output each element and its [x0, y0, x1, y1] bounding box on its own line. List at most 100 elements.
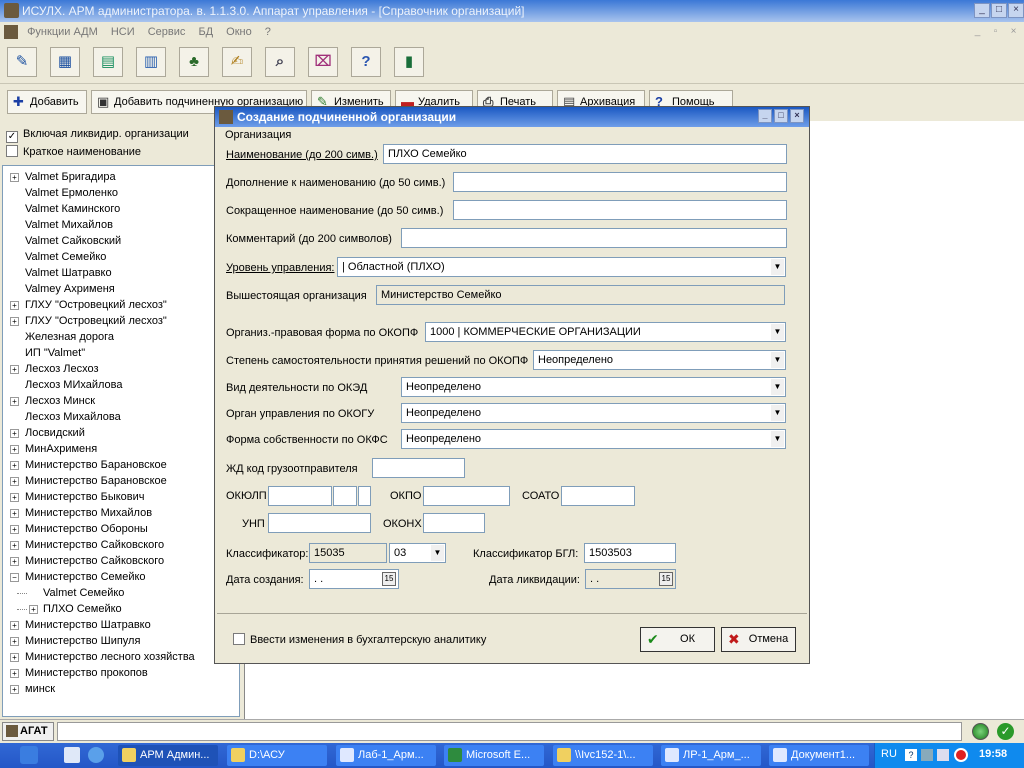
- add-button[interactable]: ✚ Добавить: [7, 90, 87, 114]
- show-desktop-icon[interactable]: [64, 747, 80, 763]
- child-window-icon[interactable]: [4, 25, 18, 39]
- chevron-down-icon[interactable]: ▼: [771, 405, 784, 421]
- expand-icon[interactable]: +: [10, 477, 19, 486]
- tree-item[interactable]: + Министерство Барановское: [3, 473, 239, 489]
- checkbox-checked[interactable]: ✓: [6, 131, 18, 143]
- rail-code-field[interactable]: [372, 458, 465, 478]
- okfs-select[interactable]: Неопределено ▼: [401, 429, 786, 449]
- chevron-down-icon[interactable]: ▼: [771, 379, 784, 395]
- tree-item[interactable]: + Министерство Шатравко: [3, 617, 239, 633]
- tree-item[interactable]: + Министерство прокопов: [3, 665, 239, 681]
- okulp-field-3[interactable]: [358, 486, 371, 506]
- expand-icon[interactable]: +: [29, 605, 38, 614]
- menu-functions[interactable]: Функции АДМ: [27, 22, 98, 42]
- okonh-field[interactable]: [423, 513, 485, 533]
- tree-item[interactable]: + Лосвидский: [3, 425, 239, 441]
- close-icon[interactable]: ×: [1008, 3, 1024, 18]
- expand-icon[interactable]: +: [10, 557, 19, 566]
- chevron-down-icon[interactable]: ▼: [771, 352, 784, 368]
- menu-help[interactable]: ?: [265, 22, 271, 42]
- menu-db[interactable]: БД: [198, 22, 213, 42]
- tree-item[interactable]: Valmet Семейко: [3, 585, 239, 601]
- ok-button[interactable]: ✔ ОК: [640, 627, 715, 652]
- tree-item[interactable]: + Valmet Бригадира: [3, 169, 239, 185]
- tree-item[interactable]: + МинАхрименя: [3, 441, 239, 457]
- expand-icon[interactable]: +: [10, 301, 19, 310]
- tree-item[interactable]: Valmet Шатравко: [3, 265, 239, 281]
- spreadsheet-icon[interactable]: ▤: [93, 47, 123, 77]
- accounting-checkbox[interactable]: Ввести изменения в бухгалтерскую аналити…: [233, 633, 486, 647]
- minimize-icon[interactable]: _: [974, 3, 990, 18]
- independence-select[interactable]: Неопределено ▼: [533, 350, 786, 370]
- expand-icon[interactable]: +: [10, 509, 19, 518]
- volume-tray-icon[interactable]: [937, 749, 949, 761]
- taskbar-item-document[interactable]: Документ1...: [769, 745, 869, 766]
- expand-icon[interactable]: +: [10, 621, 19, 630]
- taskbar-item-folder-asu[interactable]: D:\АСУ: [227, 745, 327, 766]
- clock[interactable]: 19:58: [979, 748, 1007, 760]
- calculator-icon[interactable]: ▦: [50, 47, 80, 77]
- tree-item[interactable]: Лесхоз МИхайлова: [3, 377, 239, 393]
- unp-field[interactable]: [268, 513, 371, 533]
- expand-icon[interactable]: +: [10, 525, 19, 534]
- tree-item[interactable]: Valmey Ахрименя: [3, 281, 239, 297]
- expand-icon[interactable]: +: [10, 445, 19, 454]
- classifier-code-select[interactable]: 03 ▼: [389, 543, 446, 563]
- network-tray-icon[interactable]: [921, 749, 933, 761]
- maximize-icon[interactable]: □: [991, 3, 1007, 18]
- help-tray-icon[interactable]: ?: [905, 749, 917, 761]
- dialog-close-icon[interactable]: ×: [790, 109, 804, 123]
- bgl-field[interactable]: 1503503: [584, 543, 676, 563]
- collapse-icon[interactable]: −: [10, 573, 19, 582]
- taskbar-item-excel[interactable]: Microsoft E...: [444, 745, 544, 766]
- expand-icon[interactable]: +: [10, 397, 19, 406]
- language-indicator[interactable]: RU: [881, 748, 897, 760]
- mdi-restore-icon[interactable]: ▫: [988, 25, 1003, 39]
- tree-item[interactable]: + ПЛХО Семейко: [3, 601, 239, 617]
- tree-item[interactable]: + Министерство Обороны: [3, 521, 239, 537]
- tree-item[interactable]: ИП "Valmet": [3, 345, 239, 361]
- dialog-maximize-icon[interactable]: □: [774, 109, 788, 123]
- door-icon[interactable]: ▮: [394, 47, 424, 77]
- menu-window[interactable]: Окно: [226, 22, 252, 42]
- edit-icon[interactable]: ✎: [7, 47, 37, 77]
- okogu-select[interactable]: Неопределено ▼: [401, 403, 786, 423]
- mdi-close-icon[interactable]: ×: [1006, 25, 1021, 39]
- tree-item[interactable]: + Лесхоз Минск: [3, 393, 239, 409]
- grid-icon[interactable]: ▥: [136, 47, 166, 77]
- okopf-select[interactable]: 1000 | КОММЕРЧЕСКИЕ ОРГАНИЗАЦИИ ▼: [425, 322, 786, 342]
- tree-item[interactable]: + Министерство Сайковского: [3, 553, 239, 569]
- expand-icon[interactable]: +: [10, 429, 19, 438]
- tree-item[interactable]: Valmet Сайковский: [3, 233, 239, 249]
- tree-item[interactable]: + минск: [3, 681, 239, 697]
- calendar-icon[interactable]: 15: [382, 572, 396, 586]
- chevron-down-icon[interactable]: ▼: [771, 324, 784, 340]
- soato-field[interactable]: [561, 486, 635, 506]
- windows-logo-icon[interactable]: [20, 746, 38, 764]
- taskbar-item-lr1[interactable]: ЛР-1_Арм_...: [661, 745, 761, 766]
- chevron-down-icon[interactable]: ▼: [431, 545, 444, 561]
- tree-item[interactable]: + Министерство лесного хозяйства: [3, 649, 239, 665]
- tree-item[interactable]: + Министерство Михайлов: [3, 505, 239, 521]
- organization-tree[interactable]: + Valmet Бригадира Valmet Ермоленко Valmet …: [2, 165, 240, 717]
- expand-icon[interactable]: +: [10, 365, 19, 374]
- tree-item[interactable]: Valmet Ермоленко: [3, 185, 239, 201]
- taskbar-item-lab1[interactable]: Лаб-1_Арм...: [336, 745, 436, 766]
- tree-item[interactable]: + Министерство Шипуля: [3, 633, 239, 649]
- help-icon[interactable]: ?: [351, 47, 381, 77]
- expand-icon[interactable]: +: [10, 653, 19, 662]
- addition-field[interactable]: [453, 172, 787, 192]
- expand-icon[interactable]: +: [10, 173, 19, 182]
- tree-item[interactable]: + Министерство Быкович: [3, 489, 239, 505]
- tree-item[interactable]: Valmet Семейко: [3, 249, 239, 265]
- tree-item[interactable]: Valmet Михайлов: [3, 217, 239, 233]
- level-select[interactable]: | Областной (ПЛХО) ▼: [337, 257, 786, 277]
- include-liquidated-checkbox[interactable]: ✓ Включая ликвидир. организации: [6, 126, 189, 143]
- tree-item[interactable]: + Министерство Сайковского: [3, 537, 239, 553]
- expand-icon[interactable]: +: [10, 493, 19, 502]
- taskbar-item-network-folder[interactable]: \\Ivc152-1\...: [553, 745, 653, 766]
- taskbar-item-arm[interactable]: АРМ Админ...: [118, 745, 218, 766]
- tree-icon[interactable]: ♣: [179, 47, 209, 77]
- name-field[interactable]: ПЛХО Семейко: [383, 144, 787, 164]
- okulp-field-2[interactable]: [333, 486, 357, 506]
